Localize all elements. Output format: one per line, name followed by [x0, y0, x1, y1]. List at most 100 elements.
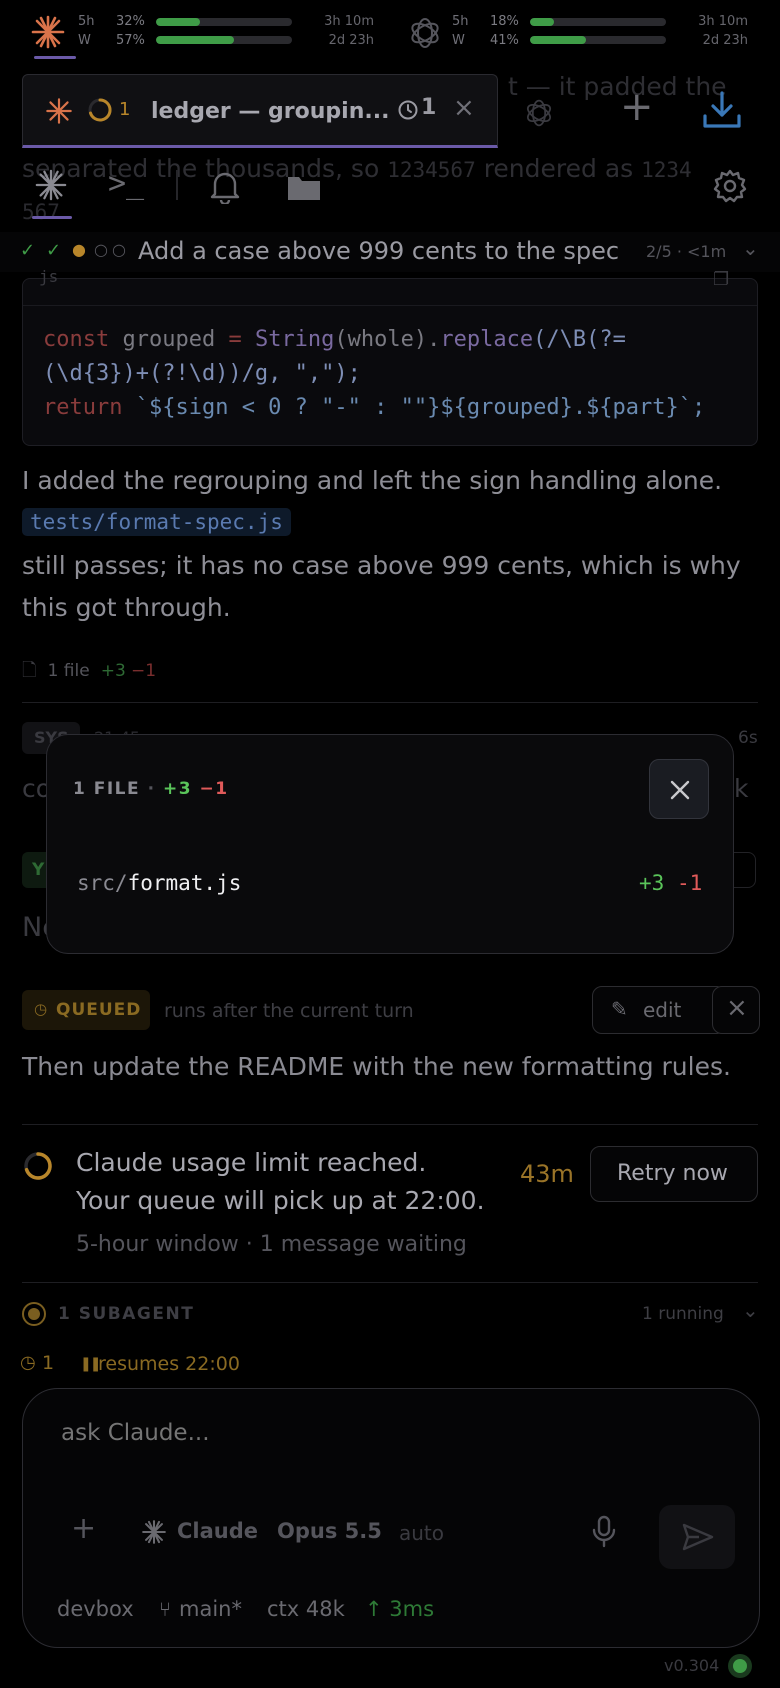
message-paragraph-2: still passes; it has no case above 999 c…: [22, 551, 741, 580]
modal-close-button[interactable]: [649, 759, 709, 819]
claude-window-5h: 5h: [78, 14, 95, 29]
close-icon: ×: [726, 993, 748, 1023]
openai-logo-icon: [411, 18, 439, 48]
step-progress-strip[interactable]: ✓ ✓ ● ○ ○ Add a case above 999 cents to …: [0, 232, 780, 272]
tab-close-icon[interactable]: ×: [453, 93, 475, 123]
files-deletions: −1: [130, 661, 157, 681]
sys-text-end: k: [734, 774, 749, 803]
message-input[interactable]: [61, 1413, 701, 1453]
code-regex: (\d{3})+(?!\d))/g, ",");: [43, 361, 361, 386]
send-button[interactable]: [659, 1505, 735, 1569]
code-block: js ❐ const grouped = String(whole).repla…: [22, 267, 758, 446]
attach-plus-icon[interactable]: +: [71, 1511, 96, 1546]
microphone-icon[interactable]: [591, 1515, 617, 1549]
modal-file-deletions: -1: [676, 871, 703, 895]
step-current-icon: ●: [72, 240, 86, 259]
code-lang-label: js: [39, 267, 59, 286]
new-tab-icon[interactable]: +: [620, 84, 654, 130]
connection-status-dot: [733, 1659, 747, 1673]
queued-badge: ◷ QUEUED: [22, 990, 150, 1030]
copy-icon[interactable]: ❐: [713, 269, 729, 290]
sys-age: 6s: [738, 728, 758, 748]
limit-countdown: 43m: [520, 1160, 574, 1188]
resume-text: resumes 22:00: [98, 1353, 240, 1375]
openai-tab-icon[interactable]: [524, 98, 554, 128]
claude-weekly-reset: 2d 23h: [328, 33, 374, 48]
subagent-label: 1 SUBAGENT: [58, 1304, 195, 1324]
claude-5h-reset: 3h 10m: [324, 14, 374, 29]
file-path-code: tests/format-spec.js: [22, 508, 291, 536]
gear-icon[interactable]: [712, 168, 748, 204]
clock-icon: [398, 100, 418, 120]
code-template-string: `${sign < 0 ? "-" : ""}${grouped}.${part…: [122, 395, 706, 420]
code-keyword: return: [43, 395, 123, 420]
download-icon[interactable]: [700, 88, 744, 132]
claude-tab-icon: [46, 98, 72, 124]
claude-logo-icon: [31, 15, 65, 49]
code-operator: =: [228, 327, 242, 352]
step-pending-icon: ○: [94, 240, 108, 259]
toolbar-active-indicator: [32, 216, 72, 219]
modal-deletions: −1: [199, 779, 229, 799]
subagent-status-icon: [22, 1302, 46, 1326]
file-reference[interactable]: tests/format-spec.js: [22, 508, 291, 536]
modal-file-row[interactable]: src/format.js: [77, 871, 241, 895]
tab-queue-count: 1: [421, 95, 437, 120]
model-selector[interactable]: Opus 5.5: [277, 1519, 382, 1543]
claude-weekly-bar: [156, 36, 292, 44]
code-line-2: (\d{3})+(?!\d))/g, ",");: [43, 361, 361, 386]
files-changed-summary[interactable]: 🗋 1 file +3 −1: [22, 658, 156, 688]
step-done-icon: ✓: [46, 240, 62, 261]
subagent-status[interactable]: 1 running: [642, 1304, 724, 1324]
assistant-icon[interactable]: [34, 168, 68, 202]
modal-file-name: format.js: [127, 871, 242, 895]
latency: ↑ 3ms: [365, 1597, 435, 1621]
tab-title: ledger — groupin...: [151, 99, 390, 124]
connection-status-icon: [728, 1654, 752, 1678]
section-divider: [22, 702, 758, 703]
clock-icon: ◷: [34, 1000, 48, 1018]
toolbar-divider: [176, 170, 178, 200]
openai-weekly-percent: 41%: [490, 33, 519, 48]
retry-now-button[interactable]: Retry now: [590, 1146, 758, 1202]
modal-header: 1 FILE · +3 −1: [73, 779, 229, 799]
toolbar: >_: [0, 158, 780, 228]
message-paragraph-1: I added the regrouping and left the sign…: [22, 466, 723, 495]
code-function: String: [241, 327, 335, 352]
edit-icon: ✎: [611, 997, 628, 1021]
claude-model-icon: [142, 1520, 166, 1544]
edit-label: edit: [643, 998, 682, 1022]
code-token: grouped: [109, 327, 229, 352]
subagent-status-dot: [28, 1308, 40, 1320]
composer: + Claude Opus 5.5 auto devbox ⑂ main* ct…: [22, 1388, 760, 1648]
tab-bar: 1 ledger — groupin... 1 × +: [0, 74, 780, 150]
edit-queued-button[interactable]: ✎ edit: [592, 986, 726, 1034]
spinner-icon: [88, 98, 112, 122]
spinner-icon: [24, 1152, 52, 1180]
clock-icon: ◷: [20, 1352, 36, 1373]
modal-file-additions: +3: [639, 871, 665, 895]
code-line-1: const grouped = String(whole).replace(/\…: [43, 327, 626, 352]
files-additions: +3: [100, 661, 126, 681]
bell-icon[interactable]: [208, 168, 242, 204]
terminal-icon[interactable]: >_: [108, 166, 144, 201]
tab-ledger[interactable]: 1 ledger — groupin... 1 ×: [22, 74, 498, 148]
chevron-down-icon[interactable]: ⌄: [742, 1298, 759, 1322]
folder-icon[interactable]: [286, 172, 322, 202]
section-divider: [22, 1124, 758, 1125]
openai-window-weekly: W: [452, 33, 465, 48]
context-size: ctx 48k: [267, 1597, 345, 1621]
message-paragraph-3: this got through.: [22, 593, 231, 622]
modal-title-sep: ·: [147, 779, 156, 799]
chevron-down-icon[interactable]: ⌄: [742, 236, 759, 260]
version-label: v0.304: [664, 1656, 720, 1675]
code-line-3: return `${sign < 0 ? "-" : ""}${grouped}…: [43, 395, 705, 420]
agent-selector[interactable]: Claude: [177, 1519, 258, 1543]
claude-5h-percent: 32%: [116, 14, 145, 29]
files-modal: 1 FILE · +3 −1 src/format.js +3 -1: [46, 734, 734, 954]
claude-weekly-percent: 57%: [116, 33, 145, 48]
remove-queued-button[interactable]: ×: [712, 986, 760, 1034]
mode-selector[interactable]: auto: [399, 1521, 444, 1545]
limit-meta: 5-hour window · 1 message waiting: [76, 1232, 467, 1257]
openai-5h-percent: 18%: [490, 14, 519, 29]
